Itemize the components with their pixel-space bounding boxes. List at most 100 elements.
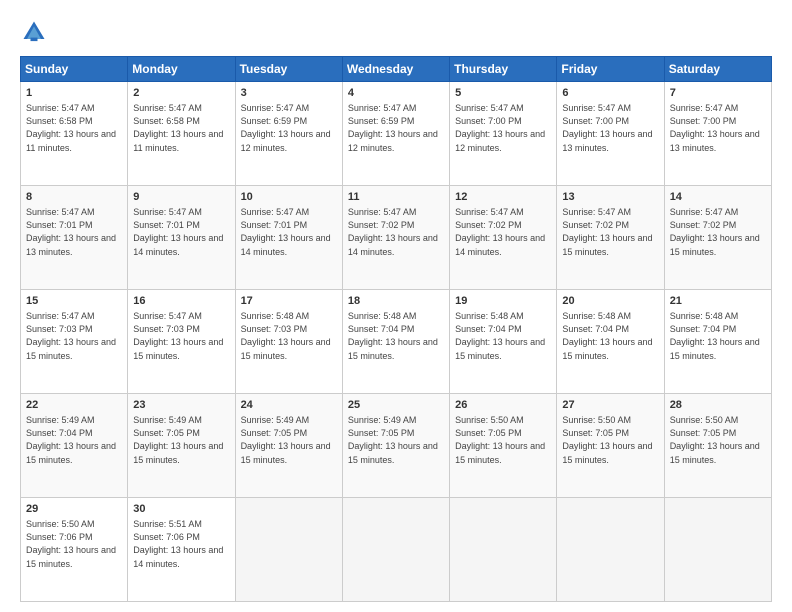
day-info: Sunrise: 5:47 AMSunset: 7:01 PMDaylight:… (26, 206, 122, 258)
day-number: 26 (455, 398, 551, 413)
calendar-cell: 30Sunrise: 5:51 AMSunset: 7:06 PMDayligh… (128, 498, 235, 602)
calendar-header-thursday: Thursday (450, 57, 557, 82)
calendar-cell: 18Sunrise: 5:48 AMSunset: 7:04 PMDayligh… (342, 290, 449, 394)
calendar-cell: 5Sunrise: 5:47 AMSunset: 7:00 PMDaylight… (450, 82, 557, 186)
calendar-cell: 2Sunrise: 5:47 AMSunset: 6:58 PMDaylight… (128, 82, 235, 186)
day-info: Sunrise: 5:49 AMSunset: 7:05 PMDaylight:… (348, 414, 444, 466)
day-info: Sunrise: 5:50 AMSunset: 7:05 PMDaylight:… (455, 414, 551, 466)
calendar-cell: 23Sunrise: 5:49 AMSunset: 7:05 PMDayligh… (128, 394, 235, 498)
day-info: Sunrise: 5:47 AMSunset: 7:00 PMDaylight:… (670, 102, 766, 154)
day-info: Sunrise: 5:48 AMSunset: 7:04 PMDaylight:… (562, 310, 658, 362)
calendar-week-1: 8Sunrise: 5:47 AMSunset: 7:01 PMDaylight… (21, 186, 772, 290)
day-info: Sunrise: 5:47 AMSunset: 6:59 PMDaylight:… (348, 102, 444, 154)
day-info: Sunrise: 5:49 AMSunset: 7:05 PMDaylight:… (241, 414, 337, 466)
day-info: Sunrise: 5:47 AMSunset: 7:02 PMDaylight:… (562, 206, 658, 258)
calendar-cell: 22Sunrise: 5:49 AMSunset: 7:04 PMDayligh… (21, 394, 128, 498)
calendar-cell: 17Sunrise: 5:48 AMSunset: 7:03 PMDayligh… (235, 290, 342, 394)
calendar-cell: 14Sunrise: 5:47 AMSunset: 7:02 PMDayligh… (664, 186, 771, 290)
day-info: Sunrise: 5:50 AMSunset: 7:05 PMDaylight:… (562, 414, 658, 466)
calendar-cell: 9Sunrise: 5:47 AMSunset: 7:01 PMDaylight… (128, 186, 235, 290)
calendar-week-3: 22Sunrise: 5:49 AMSunset: 7:04 PMDayligh… (21, 394, 772, 498)
calendar-cell (342, 498, 449, 602)
calendar-header-sunday: Sunday (21, 57, 128, 82)
day-info: Sunrise: 5:47 AMSunset: 7:02 PMDaylight:… (348, 206, 444, 258)
day-number: 19 (455, 294, 551, 309)
day-number: 2 (133, 86, 229, 101)
day-number: 5 (455, 86, 551, 101)
day-info: Sunrise: 5:47 AMSunset: 7:00 PMDaylight:… (455, 102, 551, 154)
calendar-header-monday: Monday (128, 57, 235, 82)
calendar-header-wednesday: Wednesday (342, 57, 449, 82)
calendar-header-row: SundayMondayTuesdayWednesdayThursdayFrid… (21, 57, 772, 82)
calendar-cell (235, 498, 342, 602)
calendar-cell: 12Sunrise: 5:47 AMSunset: 7:02 PMDayligh… (450, 186, 557, 290)
day-number: 24 (241, 398, 337, 413)
calendar-cell: 20Sunrise: 5:48 AMSunset: 7:04 PMDayligh… (557, 290, 664, 394)
calendar-cell: 15Sunrise: 5:47 AMSunset: 7:03 PMDayligh… (21, 290, 128, 394)
page: SundayMondayTuesdayWednesdayThursdayFrid… (0, 0, 792, 612)
day-number: 18 (348, 294, 444, 309)
day-info: Sunrise: 5:48 AMSunset: 7:04 PMDaylight:… (670, 310, 766, 362)
day-number: 17 (241, 294, 337, 309)
day-number: 4 (348, 86, 444, 101)
day-number: 3 (241, 86, 337, 101)
day-number: 9 (133, 190, 229, 205)
header (20, 18, 772, 46)
day-info: Sunrise: 5:48 AMSunset: 7:03 PMDaylight:… (241, 310, 337, 362)
calendar-cell: 27Sunrise: 5:50 AMSunset: 7:05 PMDayligh… (557, 394, 664, 498)
calendar-cell: 29Sunrise: 5:50 AMSunset: 7:06 PMDayligh… (21, 498, 128, 602)
calendar-cell: 11Sunrise: 5:47 AMSunset: 7:02 PMDayligh… (342, 186, 449, 290)
day-info: Sunrise: 5:47 AMSunset: 7:02 PMDaylight:… (670, 206, 766, 258)
day-number: 13 (562, 190, 658, 205)
day-number: 22 (26, 398, 122, 413)
day-info: Sunrise: 5:47 AMSunset: 7:01 PMDaylight:… (241, 206, 337, 258)
day-info: Sunrise: 5:48 AMSunset: 7:04 PMDaylight:… (455, 310, 551, 362)
day-info: Sunrise: 5:47 AMSunset: 7:03 PMDaylight:… (26, 310, 122, 362)
day-number: 30 (133, 502, 229, 517)
day-number: 1 (26, 86, 122, 101)
day-number: 28 (670, 398, 766, 413)
calendar-cell (664, 498, 771, 602)
calendar-cell: 7Sunrise: 5:47 AMSunset: 7:00 PMDaylight… (664, 82, 771, 186)
day-number: 21 (670, 294, 766, 309)
day-number: 23 (133, 398, 229, 413)
day-number: 8 (26, 190, 122, 205)
calendar-cell: 3Sunrise: 5:47 AMSunset: 6:59 PMDaylight… (235, 82, 342, 186)
calendar-cell: 8Sunrise: 5:47 AMSunset: 7:01 PMDaylight… (21, 186, 128, 290)
calendar-cell: 26Sunrise: 5:50 AMSunset: 7:05 PMDayligh… (450, 394, 557, 498)
calendar-cell: 16Sunrise: 5:47 AMSunset: 7:03 PMDayligh… (128, 290, 235, 394)
day-info: Sunrise: 5:50 AMSunset: 7:05 PMDaylight:… (670, 414, 766, 466)
day-info: Sunrise: 5:48 AMSunset: 7:04 PMDaylight:… (348, 310, 444, 362)
day-number: 16 (133, 294, 229, 309)
calendar-cell: 28Sunrise: 5:50 AMSunset: 7:05 PMDayligh… (664, 394, 771, 498)
calendar-cell: 4Sunrise: 5:47 AMSunset: 6:59 PMDaylight… (342, 82, 449, 186)
calendar-header-tuesday: Tuesday (235, 57, 342, 82)
day-info: Sunrise: 5:47 AMSunset: 7:03 PMDaylight:… (133, 310, 229, 362)
day-number: 10 (241, 190, 337, 205)
day-info: Sunrise: 5:47 AMSunset: 6:59 PMDaylight:… (241, 102, 337, 154)
day-info: Sunrise: 5:47 AMSunset: 7:01 PMDaylight:… (133, 206, 229, 258)
day-info: Sunrise: 5:47 AMSunset: 6:58 PMDaylight:… (26, 102, 122, 154)
day-number: 7 (670, 86, 766, 101)
day-number: 20 (562, 294, 658, 309)
day-info: Sunrise: 5:51 AMSunset: 7:06 PMDaylight:… (133, 518, 229, 570)
logo (20, 18, 52, 46)
day-info: Sunrise: 5:47 AMSunset: 7:00 PMDaylight:… (562, 102, 658, 154)
day-number: 14 (670, 190, 766, 205)
calendar-cell: 10Sunrise: 5:47 AMSunset: 7:01 PMDayligh… (235, 186, 342, 290)
day-info: Sunrise: 5:49 AMSunset: 7:05 PMDaylight:… (133, 414, 229, 466)
calendar-cell: 25Sunrise: 5:49 AMSunset: 7:05 PMDayligh… (342, 394, 449, 498)
calendar-cell: 1Sunrise: 5:47 AMSunset: 6:58 PMDaylight… (21, 82, 128, 186)
day-number: 27 (562, 398, 658, 413)
day-number: 15 (26, 294, 122, 309)
calendar-table: SundayMondayTuesdayWednesdayThursdayFrid… (20, 56, 772, 602)
logo-icon (20, 18, 48, 46)
day-info: Sunrise: 5:47 AMSunset: 6:58 PMDaylight:… (133, 102, 229, 154)
calendar-week-2: 15Sunrise: 5:47 AMSunset: 7:03 PMDayligh… (21, 290, 772, 394)
day-number: 12 (455, 190, 551, 205)
day-number: 29 (26, 502, 122, 517)
calendar-cell (450, 498, 557, 602)
day-info: Sunrise: 5:50 AMSunset: 7:06 PMDaylight:… (26, 518, 122, 570)
day-number: 25 (348, 398, 444, 413)
calendar-header-friday: Friday (557, 57, 664, 82)
